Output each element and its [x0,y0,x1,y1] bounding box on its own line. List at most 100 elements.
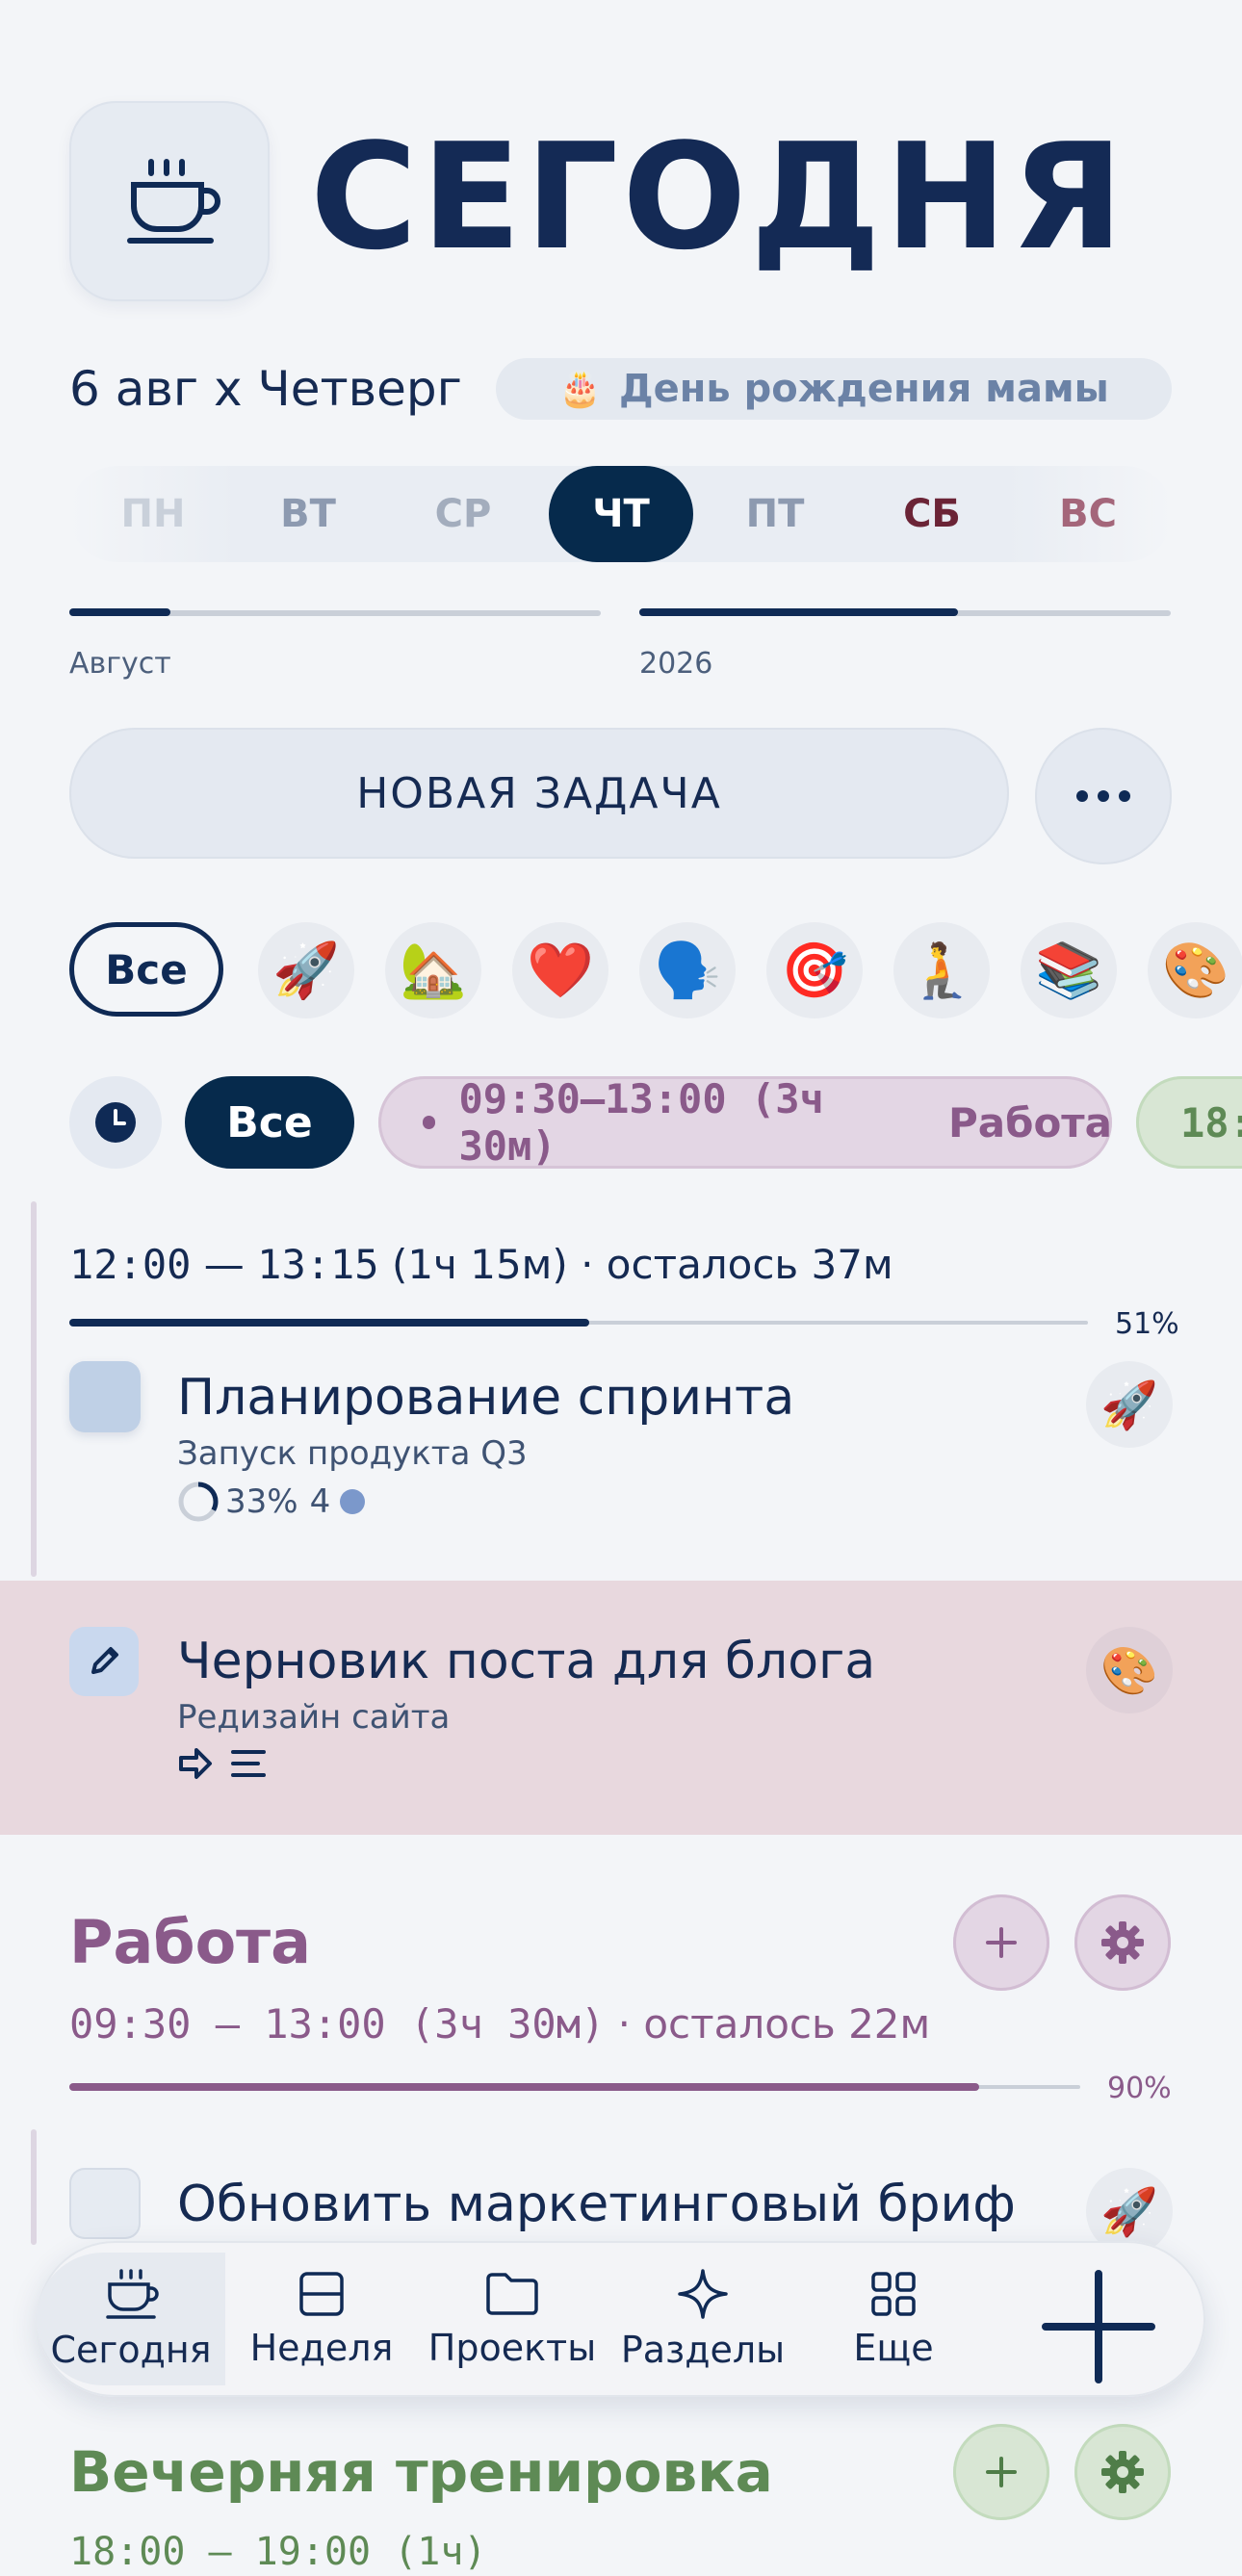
nav-label: Разделы [620,2329,786,2371]
day-5[interactable]: СБ [860,466,1004,562]
section-title-work: Работа [69,1907,311,1977]
year-progress-fill [639,608,959,616]
nav-label: Проекты [427,2327,597,2369]
progress-ring-icon [178,1481,219,1522]
current-start: 12:00 [69,1241,192,1288]
nav-projects[interactable]: Проекты [416,2253,608,2385]
notes-icon [231,1750,266,1777]
grid-icon [871,2272,916,2316]
page-title: СЕГОДНЯ [310,112,1128,282]
nav-today[interactable]: Сегодня [37,2253,225,2385]
coffee-cup-icon [127,159,220,244]
current-dash: — [203,1241,245,1288]
date-label: 6 авг х Четверг [69,361,462,417]
new-task-button[interactable]: НОВАЯ ЗАДАЧА [69,728,1009,859]
category-chip[interactable]: 🧎 [893,922,990,1018]
sparkle-icon [678,2269,728,2319]
task-title[interactable]: Планирование спринта [177,1367,794,1429]
timeline-rail [31,1201,37,1577]
current-progress-fill [69,1319,589,1327]
task-subtask-count: 4 [309,1482,331,1521]
day-6[interactable]: ВС [1016,466,1160,562]
task-category-icon[interactable]: 🎨 [1086,1627,1173,1713]
task-title[interactable]: Обновить маркетинговый бриф [177,2174,1016,2235]
nav-label: Сегодня [50,2329,212,2371]
task-project: Запуск продукта Q3 [177,1434,528,1473]
category-chip[interactable]: 🗣️ [639,922,736,1018]
task-category-icon[interactable]: 🚀 [1086,1361,1173,1448]
month-label: Август [69,647,171,681]
task-checkbox-edit[interactable] [69,1627,139,1696]
evening-range: 18:00 — 19:00 (1ч) [69,2530,487,2574]
work-add-button[interactable] [953,1894,1049,1991]
nav-label: Неделя [249,2327,394,2369]
event-label: День рождения мамы [619,367,1109,411]
day-4[interactable]: ПТ [703,466,847,562]
gear-icon [1101,2451,1144,2493]
ellipsis-icon [1076,790,1130,802]
task-title[interactable]: Черновик поста для блога [177,1631,875,1692]
task-color-dot [340,1489,366,1514]
time-filter-evening[interactable]: 18: [1136,1076,1242,1169]
work-percent: 90% [1107,2072,1172,2105]
plus-icon [1042,2270,1155,2383]
work-chip-name: Работа [948,1098,1112,1146]
nav-more[interactable]: Еще [797,2253,990,2385]
work-progress-fill [69,2083,979,2091]
evening-add-button[interactable] [953,2424,1049,2520]
cake-icon: 🎂 [558,370,603,409]
nav-label: Еще [853,2327,934,2369]
task-progress-label: 33% [225,1482,298,1521]
gear-icon [1101,1921,1144,1964]
task-checkbox[interactable] [69,2168,141,2239]
work-settings-button[interactable] [1074,1894,1171,1991]
task-checkbox[interactable] [69,1361,141,1432]
work-range-time: 09:30 — 13:00 (3ч 30м) [69,2000,606,2048]
task-progress-row: 33% 4 [177,1481,366,1523]
section-title-evening: Вечерняя тренировка [69,2439,773,2505]
work-dot [423,1116,436,1129]
clock-icon [95,1102,136,1143]
day-1[interactable]: ВТ [236,466,380,562]
pencil-icon [91,1647,118,1674]
work-rail [31,2129,37,2245]
nav-add-button[interactable] [1036,2264,1161,2389]
task-project: Редизайн сайта [177,1698,451,1737]
category-all-chip[interactable]: Все [69,922,223,1017]
month-progress-fill [69,608,170,616]
category-chip[interactable]: 📚 [1021,922,1117,1018]
category-chip[interactable]: 🏡 [385,922,481,1018]
day-0[interactable]: ПН [81,466,225,562]
evening-settings-button[interactable] [1074,2424,1171,2520]
category-chip[interactable]: ❤️ [512,922,608,1018]
year-label: 2026 [639,647,713,681]
current-remaining: · осталось 37м [581,1241,893,1288]
current-end: 13:15 [257,1241,379,1288]
event-chip[interactable]: 🎂 День рождения мамы [496,358,1172,420]
category-chip[interactable]: 🎯 [766,922,863,1018]
day-2[interactable]: СР [391,466,535,562]
arrow-right-icon [179,1748,212,1779]
category-chip[interactable]: 🎨 [1148,922,1242,1018]
nav-sections[interactable]: Разделы [607,2253,799,2385]
more-button[interactable] [1035,728,1172,864]
current-block-range: 12:00 — 13:15 (1ч 15м) · осталось 37м [69,1238,893,1292]
time-filter-work[interactable]: 09:30–13:00 (3ч 30м) Работа [378,1075,1112,1170]
current-duration: (1ч 15м) [391,1241,568,1288]
work-remaining: · осталось 22м [617,2000,931,2048]
task-meta-row [177,1744,268,1783]
coffee-cup-icon [106,2269,159,2319]
day-3[interactable]: ЧТ [549,466,693,562]
time-filter-button[interactable] [69,1076,162,1169]
folder-icon [486,2273,538,2315]
work-chip-time: 09:30–13:00 (3ч 30м) [458,1075,824,1170]
week-layout-icon [299,2272,344,2316]
evening-chip-time: 18: [1180,1098,1242,1146]
category-chip[interactable]: 🚀 [258,922,354,1018]
nav-week[interactable]: Неделя [225,2253,418,2385]
current-percent: 51% [1115,1307,1179,1341]
plus-icon [986,1927,1017,1958]
plus-icon [986,2457,1017,2487]
app-icon [69,101,270,301]
time-filter-all[interactable]: Все [185,1076,354,1169]
